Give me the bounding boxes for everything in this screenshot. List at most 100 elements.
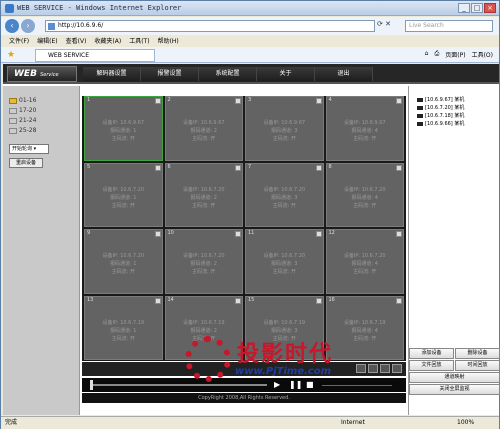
nav-alarm-settings[interactable]: 报警设置 (141, 67, 199, 81)
channel-group-17-20[interactable]: 17-20 (9, 106, 36, 116)
cell-number: 5 (87, 163, 91, 170)
status-bar: 完成 Internet 100% (1, 416, 499, 429)
maximize-icon[interactable] (396, 231, 402, 237)
nav-about[interactable]: 关于 (257, 67, 315, 81)
nav-logout[interactable]: 退出 (315, 67, 373, 81)
video-cell[interactable]: 8 设备IP: 10.6.7.20 报码通道: 4 主码流: 开 (325, 162, 404, 227)
cell-device-ip: 设备IP: 10.6.7.20 (343, 253, 386, 259)
maximize-icon[interactable] (235, 164, 241, 171)
maximize-icon[interactable] (315, 164, 322, 171)
page-menu[interactable]: 页面(P) (445, 50, 465, 59)
cell-channel: 报码通道: 3 (271, 194, 298, 201)
restart-device-button[interactable]: 重启设备 (9, 158, 43, 168)
forward-icon[interactable]: › (21, 19, 35, 33)
title-bar: WEB SERVICE - Windows Internet Explorer … (1, 1, 499, 16)
status-text: 完成 (5, 419, 18, 426)
channel-group-21-24[interactable]: 21-24 (9, 116, 36, 126)
maximize-icon[interactable] (154, 98, 161, 104)
maximize-icon[interactable] (315, 297, 322, 304)
device-item[interactable]: [10.6.7.20] 某机 (417, 104, 464, 112)
cell-info: 设备IP: 10.6.9.67 报码通道: 1 主码流: 开 (85, 119, 162, 143)
video-cell[interactable]: 13 设备IP: 10.6.7.19 报码通道: 1 主码流: 开 (84, 295, 163, 360)
minimize-button[interactable]: _ (458, 3, 470, 13)
maximize-icon[interactable] (235, 231, 241, 237)
menu-tools[interactable]: 工具(T) (129, 36, 149, 47)
url-input[interactable]: http://10.6.9.6/ (45, 20, 375, 32)
maximize-icon[interactable] (315, 98, 322, 104)
maximize-icon[interactable] (396, 98, 402, 104)
add-device-button[interactable]: 添加设备 (409, 348, 454, 359)
video-cell[interactable]: 7 设备IP: 10.6.7.20 报码通道: 3 主码流: 开 (245, 162, 324, 227)
cell-number: 15 (248, 296, 255, 303)
tools-menu[interactable]: 工具(O) (472, 50, 493, 59)
video-cell[interactable]: 5 设备IP: 10.6.7.20 报码通道: 1 主码流: 开 (84, 162, 163, 227)
close-fullscreen-button[interactable]: 关闭全屏监视 (409, 384, 500, 395)
channel-group-01-16[interactable]: 01-16 (9, 96, 36, 106)
delete-device-button[interactable]: 删除设备 (455, 348, 500, 359)
cell-channel: 报码通道: 3 (271, 261, 298, 267)
home-icon[interactable]: ⌂ (425, 50, 429, 59)
layout-3x3-button[interactable] (380, 364, 390, 373)
watermark-cn: 投影时代 (237, 342, 334, 367)
channel-group-25-28[interactable]: 25-28 (9, 126, 36, 136)
print-icon[interactable]: ⎙ (434, 50, 439, 59)
tab-web-service[interactable]: WEB SERVICE (35, 49, 155, 62)
back-icon[interactable]: ‹ (5, 19, 19, 33)
maximize-icon[interactable] (396, 297, 402, 304)
favorites-star-icon[interactable]: ★ (7, 50, 15, 60)
video-cell[interactable]: 4 设备IP: 10.6.9.67 报码通道: 4 主码流: 开 (325, 96, 404, 161)
security-zone: Internet (341, 419, 365, 426)
cell-number: 4 (328, 97, 332, 103)
menu-edit[interactable]: 编辑(E) (37, 36, 57, 47)
menu-file[interactable]: 文件(F) (9, 36, 29, 47)
cell-stream: 主码流: 开 (111, 202, 135, 209)
device-label: [10.6.9.67] 某机 (425, 97, 465, 103)
cell-channel: 报码通道: 4 (351, 128, 378, 134)
video-cell[interactable]: 6 设备IP: 10.6.7.20 报码通道: 2 主码流: 开 (164, 162, 243, 227)
device-item[interactable]: [10.6.7.18] 某机 (417, 112, 464, 120)
maximize-icon[interactable] (154, 297, 161, 304)
maximize-icon[interactable] (235, 98, 241, 104)
maximize-icon[interactable] (396, 164, 402, 171)
polling-select[interactable]: 开始轮询 ▾ (9, 144, 49, 154)
device-item[interactable]: [10.6.9.66] 某机 (417, 120, 464, 128)
cell-number: 6 (167, 163, 171, 170)
device-label: [10.6.7.20] 某机 (425, 105, 465, 111)
folder-icon (9, 128, 17, 134)
layout-4x4-button[interactable] (392, 364, 402, 373)
nav-system-config[interactable]: 系统配置 (199, 67, 257, 81)
video-cell[interactable]: 10 设备IP: 10.6.7.20 报码通道: 2 主码流: 开 (164, 229, 243, 294)
cell-info: 设备IP: 10.6.7.19 报码通道: 1 主码流: 开 (85, 319, 162, 343)
file-playback-button[interactable]: 文件回放 (409, 360, 454, 371)
maximize-icon[interactable] (154, 231, 161, 237)
device-icon (417, 122, 423, 126)
maximize-icon[interactable] (235, 297, 241, 304)
video-cell[interactable]: 9 设备IP: 10.6.7.20 报码通道: 1 主码流: 开 (84, 229, 163, 294)
video-cell[interactable]: 1 设备IP: 10.6.9.67 报码通道: 1 主码流: 开 (84, 96, 163, 161)
close-button[interactable]: × (484, 3, 496, 13)
device-list: [10.6.9.67] 某机 [10.6.7.20] 某机 [10.6.7.18… (417, 96, 464, 128)
device-item[interactable]: [10.6.9.67] 某机 (417, 96, 464, 104)
search-input[interactable]: Live Search (405, 20, 493, 32)
zoom-level[interactable]: 100% (457, 417, 474, 429)
video-cell[interactable]: 11 设备IP: 10.6.7.20 报码通道: 3 主码流: 开 (245, 229, 324, 294)
maximize-icon[interactable] (154, 164, 161, 171)
cell-stream: 主码流: 开 (192, 202, 216, 209)
video-cell[interactable]: 2 设备IP: 10.6.9.67 报码通道: 2 主码流: 开 (164, 96, 243, 161)
time-playback-button[interactable]: 时间回放 (455, 360, 500, 371)
right-panel: [10.6.9.67] 某机 [10.6.7.20] 某机 [10.6.7.18… (408, 86, 500, 415)
menu-favorites[interactable]: 收藏夹(A) (94, 36, 121, 47)
video-cell[interactable]: 12 设备IP: 10.6.7.20 报码通道: 4 主码流: 开 (325, 229, 404, 294)
device-icon (417, 114, 423, 118)
maximize-icon[interactable] (315, 231, 322, 237)
logo-subtext: Service (40, 72, 59, 78)
maximize-button[interactable]: □ (471, 3, 483, 13)
menu-view[interactable]: 查看(V) (66, 36, 87, 47)
refresh-stop-icons[interactable]: ⟳ ✕ (377, 20, 401, 32)
video-cell[interactable]: 3 设备IP: 10.6.9.67 报码通道: 3 主码流: 开 (245, 96, 324, 161)
progress-handle[interactable] (90, 380, 93, 390)
menu-help[interactable]: 帮助(H) (158, 36, 179, 47)
nav-decoder-settings[interactable]: 解码器设置 (83, 67, 141, 81)
left-panel: 01-16 17-20 21-24 25-28 开始轮询 ▾ 重启设备 (3, 86, 80, 415)
channel-mapping-button[interactable]: 通道映射 (409, 372, 500, 383)
